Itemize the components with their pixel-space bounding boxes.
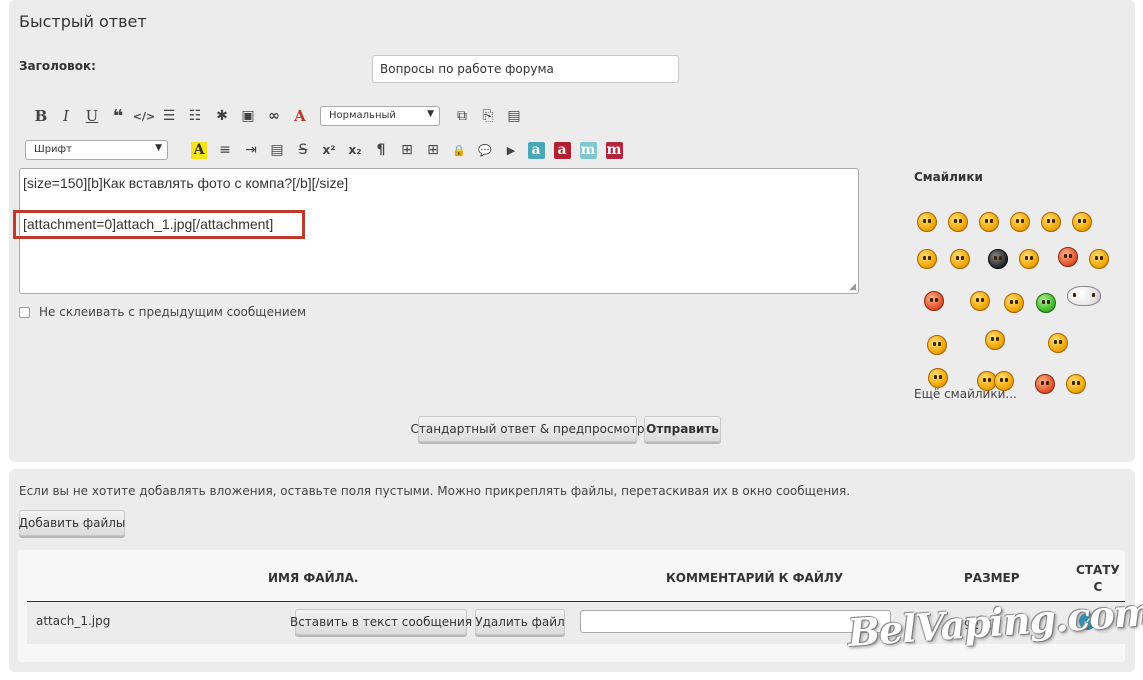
smiley-icon[interactable] [988,249,1008,269]
list-item-icon[interactable]: ✱ [211,104,233,128]
color-magenta-icon[interactable]: m [603,138,625,162]
color-teal-icon[interactable]: a [525,138,547,162]
document-icon[interactable]: ▤ [266,138,288,162]
column-header-comment: КОММЕНТАРИЙ К ФАЙЛУ [666,571,844,585]
preview-button[interactable]: Стандартный ответ & предпросмотр [410,416,645,442]
align-center-icon[interactable]: ≡ [214,138,236,162]
subscript-icon[interactable]: x₂ [344,138,366,162]
video-icon[interactable]: ▶ [500,138,522,162]
indent-icon[interactable]: ⇥ [240,138,262,162]
no-merge-label: Не склеивать с предыдущим сообщением [39,305,307,319]
font-select-value: Шрифт [34,144,72,155]
list-icon[interactable]: ☰ [158,104,180,128]
comment-icon[interactable]: 💬 [474,138,496,162]
color-lightblue-icon[interactable]: m [577,138,599,162]
smileys-grid [914,190,1119,394]
insert-into-message-button[interactable]: Вставить в текст сообщения [290,609,472,635]
smiley-icon[interactable] [1019,249,1039,269]
image-icon[interactable]: ▣ [237,104,259,128]
add-files-button[interactable]: Добавить файлы [19,510,125,536]
smiley-icon[interactable] [979,212,999,232]
strikethrough-icon[interactable]: S [292,138,314,162]
link-icon[interactable]: ∞ [263,104,285,128]
font-color-icon[interactable]: A [289,104,311,128]
numbered-list-icon[interactable]: ☷ [184,104,206,128]
chevron-down-icon: ▼ [155,143,162,153]
quote-icon[interactable]: ❝ [107,104,129,128]
smiley-icon[interactable] [1058,247,1078,267]
more-smileys-link[interactable]: Ещё смайлики... [914,387,1017,401]
smileys-panel: Смайлики Ещё смайлики... [914,170,1119,401]
bold-icon[interactable]: B [30,104,52,128]
attachment-highlight-box [13,210,305,239]
smiley-icon[interactable] [1010,212,1030,232]
size-select-value: Нормальный [329,110,396,121]
panel-title: Быстрый ответ [19,12,147,31]
highlight-icon[interactable]: A [188,138,210,162]
superscript-icon[interactable]: x² [318,138,340,162]
paste-icon[interactable]: ⎘ [477,104,499,128]
smiley-icon[interactable] [928,368,948,388]
copy-icon[interactable]: ⧉ [451,104,473,128]
smiley-icon[interactable] [950,249,970,269]
smiley-icon[interactable] [1067,286,1101,306]
submit-button[interactable]: Отправить [644,416,721,442]
column-header-size: РАЗМЕР [964,571,1020,585]
attachments-info: Если вы не хотите добавлять вложения, ос… [19,484,851,498]
size-select[interactable]: Нормальный ▼ [320,106,440,126]
smiley-icon[interactable] [985,330,1005,350]
smiley-icon[interactable] [1048,333,1068,353]
editor-line-1: [size=150][b]Как вставлять фото с компа?… [23,175,349,191]
code-icon[interactable]: </> [133,104,155,128]
underline-icon[interactable]: U [81,104,103,128]
smiley-icon[interactable] [1072,212,1092,232]
smiley-icon[interactable] [970,291,990,311]
smiley-icon[interactable] [1041,212,1061,232]
paragraph-icon[interactable]: ¶ [370,138,392,162]
message-editor[interactable]: [size=150][b]Как вставлять фото с компа?… [13,168,859,294]
resize-grip-icon[interactable]: ◢ [849,281,856,292]
smiley-icon[interactable] [917,212,937,232]
column-header-filename: ИМЯ ФАЙЛА. [268,571,359,585]
subject-input[interactable] [372,55,679,83]
smiley-icon[interactable] [1089,249,1109,269]
smiley-icon[interactable] [1035,374,1055,394]
table-icon[interactable]: ⊞ [396,138,418,162]
chevron-down-icon: ▼ [427,109,434,119]
quick-reply-panel: Быстрый ответ Заголовок: B I U ❝ </> ☰ ☷… [9,0,1135,462]
font-select[interactable]: Шрифт ▼ [25,140,168,160]
no-merge-row: Не склеивать с предыдущим сообщением [19,305,306,319]
lock-icon[interactable]: 🔒 [448,138,470,162]
smiley-icon[interactable] [927,335,947,355]
smiley-icon[interactable] [1066,374,1086,394]
smileys-title: Смайлики [914,170,983,184]
table-cell-icon[interactable]: ⊞ [422,138,444,162]
delete-file-button[interactable]: Удалить файл [475,609,565,635]
paste-text-icon[interactable]: ▤ [503,104,525,128]
smiley-icon[interactable] [924,291,944,311]
file-comment-input[interactable] [580,610,891,633]
smiley-icon[interactable] [948,212,968,232]
smiley-icon[interactable] [1036,293,1056,313]
color-crimson-icon[interactable]: a [551,138,573,162]
file-name: attach_1.jpg [36,614,111,628]
smiley-icon[interactable] [917,249,937,269]
italic-icon[interactable]: I [55,104,77,128]
subject-label: Заголовок: [19,59,96,73]
no-merge-checkbox[interactable] [19,306,30,318]
smiley-icon[interactable] [1004,293,1024,313]
